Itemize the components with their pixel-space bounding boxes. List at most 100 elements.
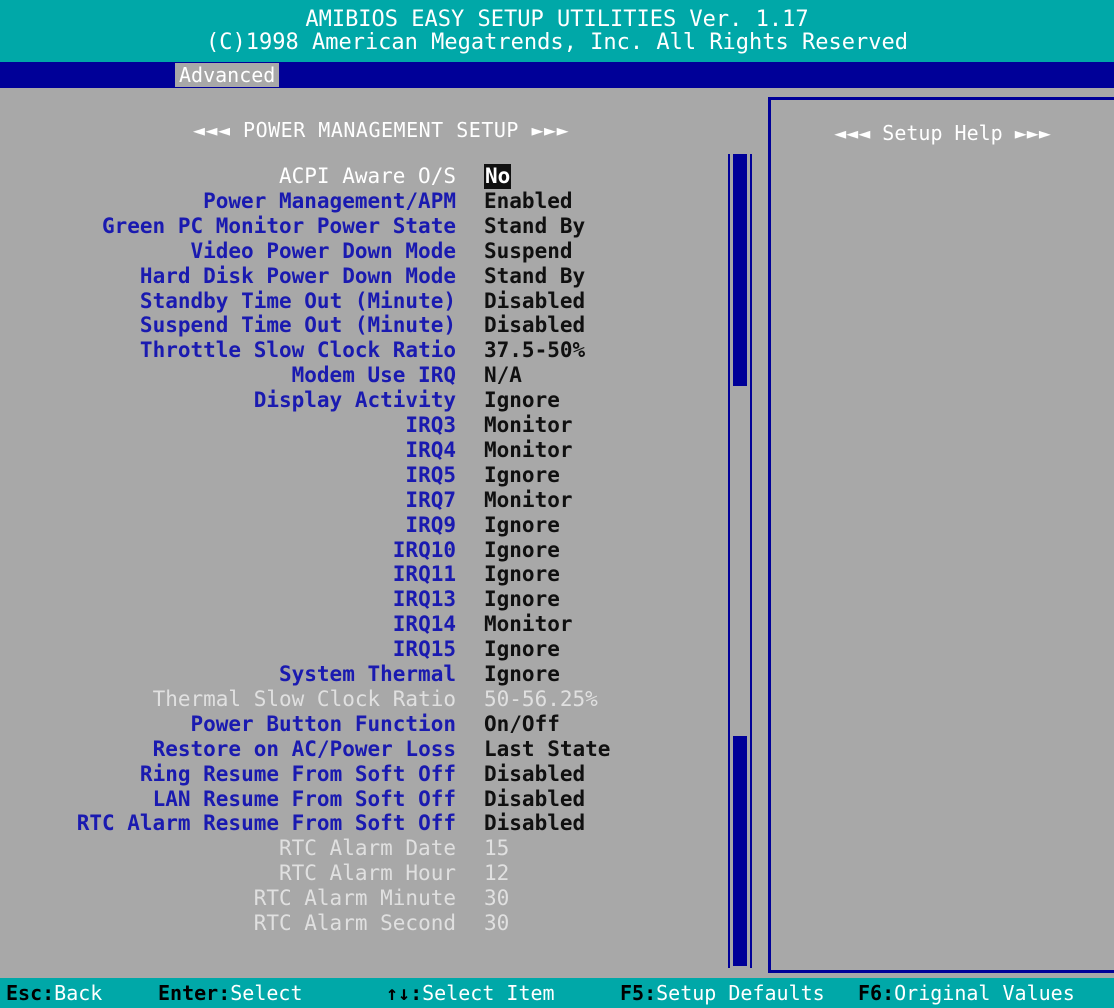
setting-value[interactable]: Monitor — [484, 413, 573, 438]
section-title: ◄◄◄ POWER MANAGEMENT SETUP ►►► — [192, 118, 570, 142]
setting-row[interactable]: Restore on AC/Power Loss Last State — [0, 737, 720, 762]
setting-value[interactable]: Ignore — [484, 587, 560, 612]
setting-value[interactable]: Disabled — [484, 313, 585, 338]
setting-row: Thermal Slow Clock Ratio 50-56.25% — [0, 687, 720, 712]
scrollbar-thumb-lower[interactable] — [733, 736, 747, 966]
setting-row[interactable]: Power Management/APM Enabled — [0, 189, 720, 214]
setting-row[interactable]: Ring Resume From Soft Off Disabled — [0, 762, 720, 787]
setting-value[interactable]: Monitor — [484, 438, 573, 463]
setting-label: IRQ15 — [392, 637, 456, 662]
setting-value[interactable]: Disabled — [484, 289, 585, 314]
status-key: Esc — [6, 981, 43, 1005]
setting-row[interactable]: System Thermal Ignore — [0, 662, 720, 687]
setting-value[interactable]: On/Off — [484, 712, 560, 737]
setting-label: Thermal Slow Clock Ratio — [152, 686, 456, 711]
setting-row[interactable]: Modem Use IRQ N/A — [0, 363, 720, 388]
status-enter: Enter:Select — [158, 981, 303, 1005]
title-line-1: AMIBIOS EASY SETUP UTILITIES Ver. 1.17 — [305, 7, 809, 32]
setting-label: Restore on AC/Power Loss — [152, 736, 456, 761]
setting-row[interactable]: Display Activity Ignore — [0, 388, 720, 413]
setting-row[interactable]: IRQ10 Ignore — [0, 538, 720, 563]
setting-label: RTC Alarm Second — [253, 911, 456, 935]
setting-label: ACPI Aware O/S — [278, 164, 456, 188]
setting-row[interactable]: Standby Time Out (Minute) Disabled — [0, 289, 720, 314]
status-action: Original Values — [894, 981, 1075, 1005]
menu-bar: Advanced — [0, 62, 1114, 88]
setting-label: Power Management/APM — [203, 188, 456, 213]
title-bar: AMIBIOS EASY SETUP UTILITIES Ver. 1.17 (… — [0, 0, 1114, 62]
setting-label: IRQ3 — [405, 413, 456, 437]
setting-value[interactable]: No — [484, 164, 512, 189]
setting-row[interactable]: Suspend Time Out (Minute) Disabled — [0, 313, 720, 338]
setting-label: Throttle Slow Clock Ratio — [139, 338, 456, 363]
setting-value[interactable]: Stand By — [484, 264, 585, 289]
setting-value[interactable]: Monitor — [484, 612, 573, 637]
setting-row: RTC Alarm Hour 12 — [0, 861, 720, 886]
setting-label: IRQ9 — [405, 512, 456, 537]
setting-label: Display Activity — [253, 388, 456, 413]
setting-value: 30 — [484, 911, 510, 935]
setting-label: RTC Alarm Date — [278, 836, 456, 861]
setting-row[interactable]: IRQ9 Ignore — [0, 513, 720, 538]
setting-label: RTC Alarm Hour — [278, 861, 456, 886]
setting-value[interactable]: Suspend — [484, 239, 573, 264]
setting-value[interactable]: Ignore — [484, 538, 560, 563]
help-title: ◄◄◄ Setup Help ►►► — [834, 121, 1051, 145]
setting-value[interactable]: Disabled — [484, 787, 585, 812]
setting-value[interactable]: Disabled — [484, 811, 585, 836]
scrollbar-thumb-upper[interactable] — [733, 154, 747, 386]
setting-value[interactable]: Ignore — [484, 637, 560, 662]
status-key: Enter — [158, 981, 219, 1005]
setting-value[interactable]: Ignore — [484, 562, 560, 587]
setup-help-panel: ◄◄◄ Setup Help ►►► — [768, 97, 1114, 973]
setting-value[interactable]: Stand By — [484, 214, 585, 239]
status-key: F5 — [620, 981, 645, 1005]
setting-label: Video Power Down Mode — [190, 238, 456, 263]
setting-value[interactable]: Ignore — [484, 662, 560, 687]
title-line-2: (C)1998 American Megatrends, Inc. All Ri… — [206, 30, 908, 55]
setting-value[interactable]: Ignore — [484, 388, 560, 413]
setting-row[interactable]: IRQ14 Monitor — [0, 612, 720, 637]
setting-row[interactable]: IRQ11 Ignore — [0, 562, 720, 587]
setting-row[interactable]: ACPI Aware O/S No — [0, 164, 720, 189]
setting-label: IRQ13 — [392, 587, 456, 612]
setting-row[interactable]: LAN Resume From Soft Off Disabled — [0, 787, 720, 812]
setting-label: Power Button Function — [190, 711, 456, 736]
setting-label: IRQ10 — [392, 537, 456, 562]
setting-value[interactable]: Last State — [484, 737, 610, 762]
setting-value[interactable]: Monitor — [484, 488, 573, 513]
setting-label: RTC Alarm Minute — [253, 886, 456, 911]
setting-row: RTC Alarm Second 30 — [0, 911, 720, 936]
setting-row[interactable]: Throttle Slow Clock Ratio 37.5-50% — [0, 338, 720, 363]
status-action: Select Item — [422, 981, 555, 1005]
setting-row[interactable]: IRQ5 Ignore — [0, 463, 720, 488]
settings-panel: ◄◄◄ POWER MANAGEMENT SETUP ►►► ACPI Awar… — [0, 88, 762, 968]
setting-value[interactable]: N/A — [484, 363, 522, 388]
setting-value[interactable]: 37.5-50% — [484, 338, 585, 363]
setting-row[interactable]: Hard Disk Power Down Mode Stand By — [0, 264, 720, 289]
setting-row[interactable]: IRQ3 Monitor — [0, 413, 720, 438]
setting-row[interactable]: IRQ7 Monitor — [0, 488, 720, 513]
setting-value[interactable]: Ignore — [484, 463, 560, 488]
setting-value[interactable]: Ignore — [484, 513, 560, 538]
status-f5: F5:Setup Defaults — [620, 981, 825, 1005]
setting-row[interactable]: IRQ13 Ignore — [0, 587, 720, 612]
menu-advanced[interactable]: Advanced — [175, 63, 280, 87]
setting-value[interactable]: Disabled — [484, 762, 585, 787]
setting-row[interactable]: Green PC Monitor Power State Stand By — [0, 214, 720, 239]
setting-row: RTC Alarm Date 15 — [0, 836, 720, 861]
setting-row[interactable]: RTC Alarm Resume From Soft Off Disabled — [0, 811, 720, 836]
setting-row[interactable]: IRQ4 Monitor — [0, 438, 720, 463]
status-action: Back — [54, 981, 103, 1005]
setting-value: 30 — [484, 886, 510, 911]
setting-row[interactable]: Video Power Down Mode Suspend — [0, 239, 720, 264]
setting-value: 12 — [484, 861, 510, 886]
status-key: ↑↓ — [386, 981, 411, 1005]
setting-row[interactable]: IRQ15 Ignore — [0, 637, 720, 662]
setting-label: Suspend Time Out (Minute) — [139, 313, 456, 338]
status-action: Setup Defaults — [656, 981, 825, 1005]
setting-label: IRQ4 — [405, 437, 456, 462]
setting-row[interactable]: Power Button Function On/Off — [0, 712, 720, 737]
setting-value[interactable]: Enabled — [484, 189, 573, 214]
setting-label: RTC Alarm Resume From Soft Off — [76, 811, 456, 836]
